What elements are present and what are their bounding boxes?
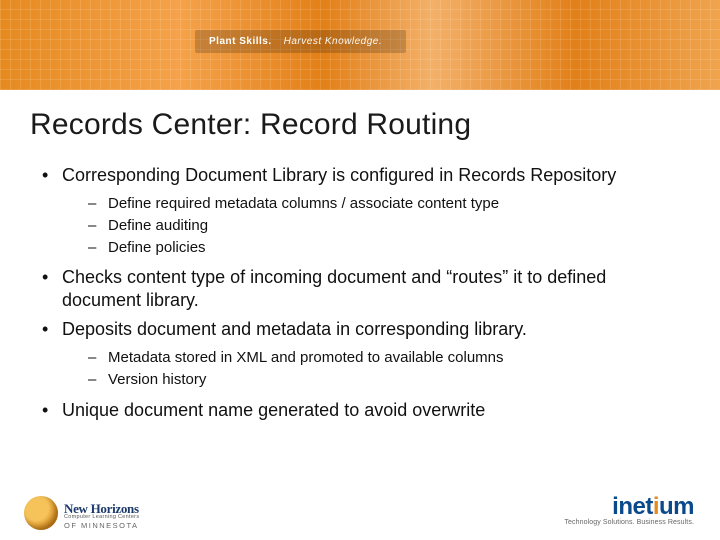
banner-tagline-bold: Plant Skills. (209, 36, 272, 47)
list-item: Define auditing (88, 215, 690, 237)
banner-tagline-light: Harvest Knowledge. (284, 36, 383, 47)
bullet-text: Corresponding Document Library is config… (62, 165, 616, 185)
logo-right-tagline: Technology Solutions. Business Results. (564, 519, 694, 526)
list-item: Define policies (88, 237, 690, 259)
list-item: Checks content type of incoming document… (40, 266, 690, 312)
list-item: Define required metadata columns / assoc… (88, 193, 690, 215)
banner-tagline: Plant Skills. Harvest Knowledge. (195, 30, 406, 53)
sub-bullet-text: Version history (108, 371, 206, 388)
sub-bullet-text: Metadata stored in XML and promoted to a… (108, 349, 504, 366)
list-item: Corresponding Document Library is config… (40, 164, 690, 258)
content-area: Records Center: Record Routing Correspon… (0, 90, 720, 422)
sub-bullet-text: Define policies (108, 239, 206, 256)
logo-left-line1: New Horizons (64, 502, 139, 516)
bullet-text: Deposits document and metadata in corres… (62, 319, 527, 339)
slide: Plant Skills. Harvest Knowledge. Records… (0, 0, 720, 540)
list-item: Deposits document and metadata in corres… (40, 318, 690, 391)
bullet-list: Corresponding Document Library is config… (30, 164, 690, 422)
logo-inetium: inetium Technology Solutions. Business R… (564, 493, 694, 526)
logo-new-horizons: New Horizons Computer Learning Centers O… (24, 496, 139, 530)
logo-right-name: inetium (564, 493, 694, 521)
sub-list: Define required metadata columns / assoc… (62, 193, 690, 258)
header-banner: Plant Skills. Harvest Knowledge. (0, 0, 720, 90)
bullet-text: Unique document name generated to avoid … (62, 400, 485, 420)
logo-left-line3: OF MINNESOTA (64, 522, 139, 530)
sub-bullet-text: Define auditing (108, 217, 208, 234)
sub-list: Metadata stored in XML and promoted to a… (62, 347, 690, 391)
slide-title: Records Center: Record Routing (30, 108, 690, 142)
sub-bullet-text: Define required metadata columns / assoc… (108, 195, 499, 212)
list-item: Unique document name generated to avoid … (40, 399, 690, 422)
logo-left-text: New Horizons Computer Learning Centers O… (64, 502, 139, 530)
list-item: Version history (88, 369, 690, 391)
bullet-text: Checks content type of incoming document… (62, 267, 606, 310)
list-item: Metadata stored in XML and promoted to a… (88, 347, 690, 369)
footer: New Horizons Computer Learning Centers O… (0, 478, 720, 540)
globe-icon (24, 496, 58, 530)
